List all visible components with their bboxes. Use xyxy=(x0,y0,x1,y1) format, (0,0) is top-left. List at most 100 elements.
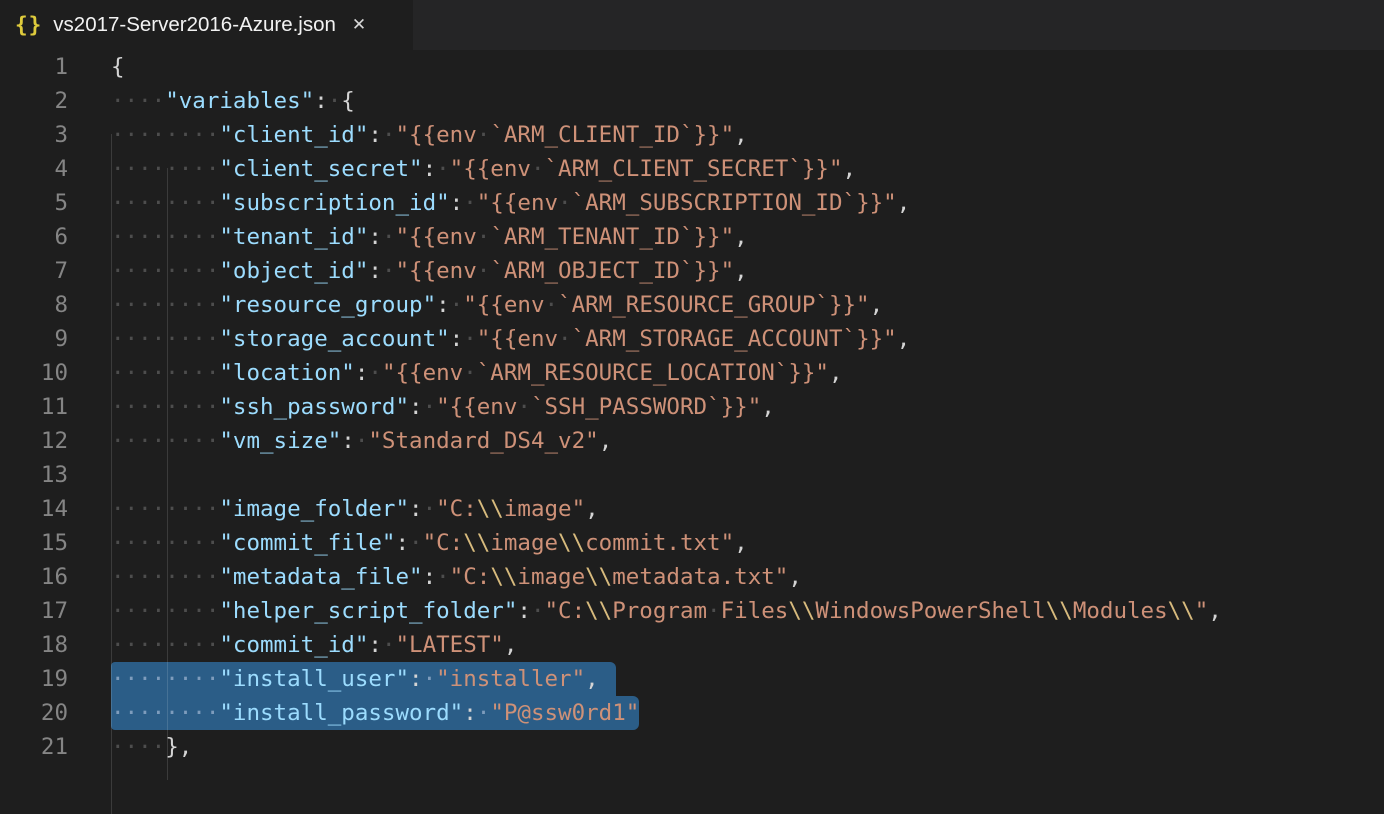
whitespace-dot: · xyxy=(558,326,572,352)
code-token: : xyxy=(450,326,464,352)
editor-code-area[interactable]: 1{2····"variables":·{3········"client_id… xyxy=(0,50,1384,772)
line-number[interactable]: 5 xyxy=(0,186,68,220)
whitespace-dot: · xyxy=(111,666,125,692)
line-number[interactable]: 1 xyxy=(0,50,68,84)
line-number[interactable]: 14 xyxy=(0,492,68,526)
code-token: : xyxy=(314,88,328,114)
code-line[interactable]: 2····"variables":·{ xyxy=(0,84,1384,118)
line-number[interactable]: 12 xyxy=(0,424,68,458)
tab-vs2017-server2016-azure[interactable]: {} vs2017-Server2016-Azure.json ✕ xyxy=(0,0,413,50)
code-line[interactable]: 8········"resource_group":·"{{env·`ARM_R… xyxy=(0,288,1384,322)
whitespace-dot: · xyxy=(111,734,125,760)
line-number[interactable]: 16 xyxy=(0,560,68,594)
line-number[interactable]: 13 xyxy=(0,458,68,492)
code-token: \\ xyxy=(585,564,612,590)
code-token: : xyxy=(409,496,423,522)
code-line[interactable]: 13 xyxy=(0,458,1384,492)
whitespace-dot: · xyxy=(450,292,464,318)
code-line[interactable]: 16········"metadata_file":·"C:\\image\\m… xyxy=(0,560,1384,594)
code-token: "C: xyxy=(423,530,464,556)
whitespace-dot: · xyxy=(206,122,220,148)
line-number[interactable]: 18 xyxy=(0,628,68,662)
whitespace-dot: · xyxy=(125,666,139,692)
code-line[interactable]: 9········"storage_account":·"{{env·`ARM_… xyxy=(0,322,1384,356)
whitespace-dot: · xyxy=(192,700,206,726)
code-token: , xyxy=(870,292,884,318)
code-token: : xyxy=(436,292,450,318)
line-number[interactable]: 15 xyxy=(0,526,68,560)
code-line[interactable]: 20········"install_password":·"P@ssw0rd1… xyxy=(0,696,1384,730)
code-token: "client_id" xyxy=(219,122,368,148)
code-token: : xyxy=(409,394,423,420)
code-token: image" xyxy=(504,496,585,522)
code-token: `ARM_CLIENT_ID`}}" xyxy=(490,122,734,148)
whitespace-dot: · xyxy=(531,156,545,182)
line-number[interactable]: 8 xyxy=(0,288,68,322)
line-number[interactable]: 21 xyxy=(0,730,68,764)
whitespace-dot: · xyxy=(192,530,206,556)
line-number[interactable]: 19 xyxy=(0,662,68,696)
code-line[interactable]: 5········"subscription_id":·"{{env·`ARM_… xyxy=(0,186,1384,220)
close-icon[interactable]: ✕ xyxy=(352,0,366,50)
code-line[interactable]: 17········"helper_script_folder":·"C:\\P… xyxy=(0,594,1384,628)
whitespace-dot: · xyxy=(138,360,152,386)
code-line[interactable]: 19 ········"install_user":·"installer", xyxy=(0,662,1384,696)
code-line[interactable]: 11········"ssh_password":·"{{env·`SSH_PA… xyxy=(0,390,1384,424)
whitespace-dot: · xyxy=(382,122,396,148)
whitespace-dot: · xyxy=(111,598,125,624)
line-number[interactable]: 17 xyxy=(0,594,68,628)
whitespace-dot: · xyxy=(382,632,396,658)
whitespace-dot: · xyxy=(138,700,152,726)
whitespace-dot: · xyxy=(125,632,139,658)
code-line[interactable]: 18········"commit_id":·"LATEST", xyxy=(0,628,1384,662)
whitespace-dot: · xyxy=(125,88,139,114)
code-token: WindowsPowerShell xyxy=(815,598,1045,624)
code-line[interactable]: 4········"client_secret":·"{{env·`ARM_CL… xyxy=(0,152,1384,186)
code-line[interactable]: 6········"tenant_id":·"{{env·`ARM_TENANT… xyxy=(0,220,1384,254)
line-number[interactable]: 10 xyxy=(0,356,68,390)
line-number[interactable]: 7 xyxy=(0,254,68,288)
code-line[interactable]: 15········"commit_file":·"C:\\image\\com… xyxy=(0,526,1384,560)
code-token: `SSH_PASSWORD`}}" xyxy=(531,394,761,420)
line-number[interactable]: 9 xyxy=(0,322,68,356)
selection-highlight: ········"install_user":·"installer", xyxy=(111,662,616,696)
line-number[interactable]: 11 xyxy=(0,390,68,424)
whitespace-dot: · xyxy=(206,394,220,420)
whitespace-dot: · xyxy=(436,156,450,182)
whitespace-dot: · xyxy=(138,598,152,624)
code-token: { xyxy=(111,54,125,80)
whitespace-dot: · xyxy=(179,394,193,420)
line-number[interactable]: 20 xyxy=(0,696,68,730)
code-line[interactable]: 1{ xyxy=(0,50,1384,84)
code-token: `ARM_STORAGE_ACCOUNT`}}" xyxy=(572,326,897,352)
whitespace-dot: · xyxy=(206,292,220,318)
code-token: "variables" xyxy=(165,88,314,114)
code-token: \\ xyxy=(1168,598,1195,624)
code-token: "{{env xyxy=(450,156,531,182)
code-token: `ARM_TENANT_ID`}}" xyxy=(490,224,734,250)
whitespace-dot: · xyxy=(111,326,125,352)
line-number[interactable]: 4 xyxy=(0,152,68,186)
whitespace-dot: · xyxy=(152,530,166,556)
code-token: "{{env xyxy=(395,258,476,284)
code-line[interactable]: 7········"object_id":·"{{env·`ARM_OBJECT… xyxy=(0,254,1384,288)
whitespace-dot: · xyxy=(192,632,206,658)
whitespace-dot: · xyxy=(206,632,220,658)
line-number[interactable]: 3 xyxy=(0,118,68,152)
line-number[interactable]: 6 xyxy=(0,220,68,254)
code-token: "{{env xyxy=(382,360,463,386)
code-line[interactable]: 3········"client_id":·"{{env·`ARM_CLIENT… xyxy=(0,118,1384,152)
whitespace-dot: · xyxy=(138,564,152,590)
code-token: `ARM_RESOURCE_LOCATION`}}" xyxy=(477,360,829,386)
code-line[interactable]: 14········"image_folder":·"C:\\image", xyxy=(0,492,1384,526)
code-token: : xyxy=(355,360,369,386)
whitespace-dot: · xyxy=(152,734,166,760)
whitespace-dot: · xyxy=(138,326,152,352)
code-line[interactable]: 10········"location":·"{{env·`ARM_RESOUR… xyxy=(0,356,1384,390)
line-number[interactable]: 2 xyxy=(0,84,68,118)
code-line[interactable]: 12········"vm_size":·"Standard_DS4_v2", xyxy=(0,424,1384,458)
code-token: : xyxy=(450,190,464,216)
code-line[interactable]: 21····}, xyxy=(0,730,1384,764)
whitespace-dot: · xyxy=(179,666,193,692)
code-token: "commit_id" xyxy=(219,632,368,658)
